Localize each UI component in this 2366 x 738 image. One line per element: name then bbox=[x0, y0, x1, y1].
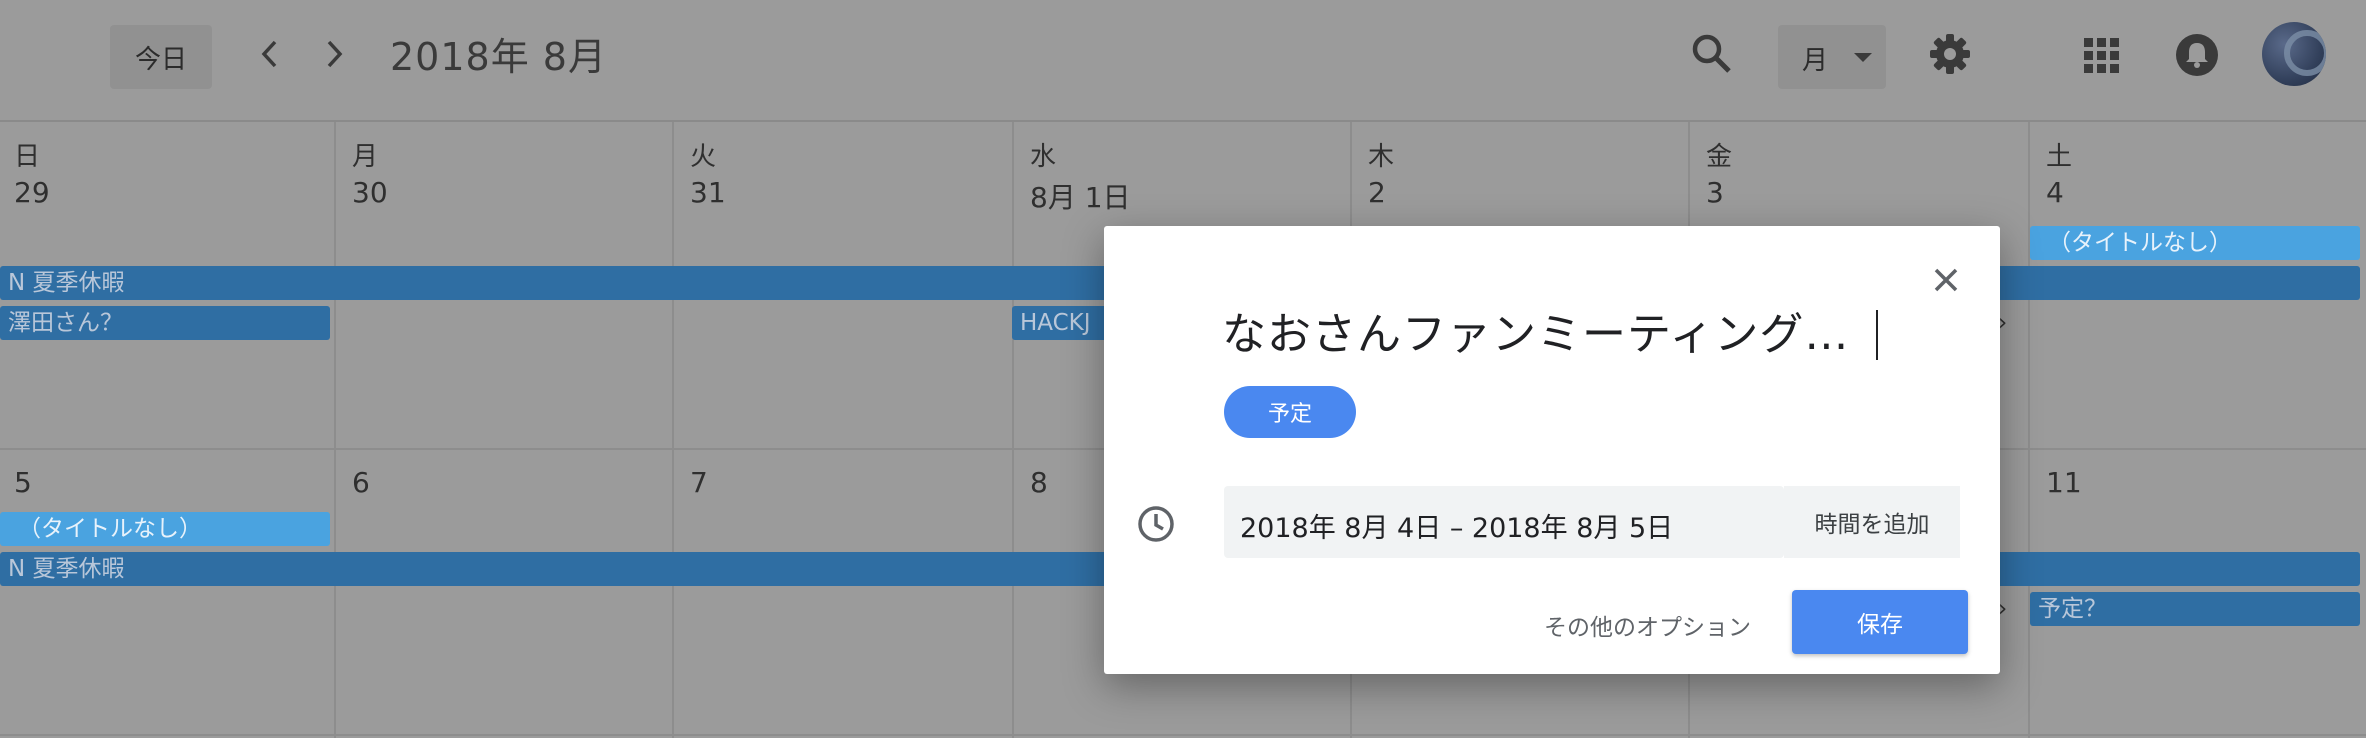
next-month-button[interactable] bbox=[312, 32, 356, 76]
day-number[interactable]: 31 bbox=[690, 176, 726, 209]
search-icon bbox=[1692, 34, 1731, 73]
close-button[interactable] bbox=[1928, 262, 1964, 298]
chevron-down-icon bbox=[1854, 53, 1872, 62]
day-number[interactable]: 11 bbox=[2046, 466, 2082, 499]
weekday-label: 月 bbox=[352, 142, 379, 172]
day-number[interactable]: 5 bbox=[14, 466, 32, 499]
day-number[interactable]: 8 bbox=[1030, 466, 1048, 499]
column-divider bbox=[672, 122, 674, 738]
event-title-input[interactable] bbox=[1222, 298, 1882, 362]
close-icon bbox=[1934, 268, 1958, 292]
save-button[interactable]: 保存 bbox=[1792, 590, 1968, 654]
account-avatar[interactable] bbox=[2262, 22, 2326, 86]
top-app-bar: 今日 2018年 8月 月 bbox=[0, 0, 2366, 122]
day-number[interactable]: 8月 1日 bbox=[1030, 176, 1131, 216]
gear-icon bbox=[1930, 34, 1970, 74]
day-number[interactable]: 29 bbox=[14, 176, 50, 209]
apps-button[interactable] bbox=[2082, 36, 2122, 76]
chevron-left-icon bbox=[261, 40, 277, 68]
avatar-image bbox=[2284, 30, 2326, 76]
quick-create-dialog: 予定 2018年 8月 4日 – 2018年 8月 5日 時間を追加 その他のオ… bbox=[1104, 226, 2000, 674]
search-button[interactable] bbox=[1688, 30, 1736, 78]
day-number[interactable]: 30 bbox=[352, 176, 388, 209]
bell-icon bbox=[2176, 34, 2218, 76]
add-time-button[interactable]: 時間を追加 bbox=[1784, 486, 1960, 558]
notifications-button[interactable] bbox=[2174, 32, 2220, 78]
apps-grid-icon bbox=[2084, 38, 2119, 73]
day-number[interactable]: 2 bbox=[1368, 176, 1386, 209]
day-number[interactable]: 7 bbox=[690, 466, 708, 499]
event-chip-yotei[interactable]: 予定？ bbox=[2030, 592, 2360, 626]
prev-month-button[interactable] bbox=[248, 32, 292, 76]
column-divider bbox=[1012, 122, 1014, 738]
text-cursor bbox=[1876, 310, 1878, 360]
weekday-label: 土 bbox=[2046, 142, 2073, 172]
settings-button[interactable] bbox=[1926, 30, 1974, 78]
view-select[interactable]: 月 bbox=[1778, 25, 1886, 89]
weekday-label: 火 bbox=[690, 142, 717, 172]
month-title: 2018年 8月 bbox=[390, 35, 607, 79]
more-options-link[interactable]: その他のオプション bbox=[1544, 608, 1751, 642]
date-range-field[interactable]: 2018年 8月 4日 – 2018年 8月 5日 bbox=[1224, 486, 1784, 558]
column-divider bbox=[2028, 122, 2030, 738]
date-range-text: 2018年 8月 4日 – 2018年 8月 5日 bbox=[1240, 513, 1674, 544]
event-chip-sawada[interactable]: 澤田さん？ bbox=[0, 306, 330, 340]
weekday-label: 水 bbox=[1030, 142, 1057, 172]
clock-icon bbox=[1136, 504, 1176, 544]
weekday-label: 金 bbox=[1706, 142, 1733, 172]
view-select-label: 月 bbox=[1802, 46, 1829, 76]
weekday-label: 木 bbox=[1368, 142, 1395, 172]
day-number[interactable]: 4 bbox=[2046, 176, 2064, 209]
weekday-label: 日 bbox=[14, 142, 41, 172]
column-divider bbox=[334, 122, 336, 738]
day-number[interactable]: 6 bbox=[352, 466, 370, 499]
chevron-right-icon bbox=[327, 40, 343, 68]
row-divider bbox=[0, 734, 2366, 736]
event-type-chip[interactable]: 予定 bbox=[1224, 386, 1356, 438]
day-number[interactable]: 3 bbox=[1706, 176, 1724, 209]
event-chip-untitled[interactable]: （タイトルなし） bbox=[2030, 226, 2360, 260]
event-chip-untitled[interactable]: （タイトルなし） bbox=[0, 512, 330, 546]
today-button[interactable]: 今日 bbox=[110, 25, 212, 89]
